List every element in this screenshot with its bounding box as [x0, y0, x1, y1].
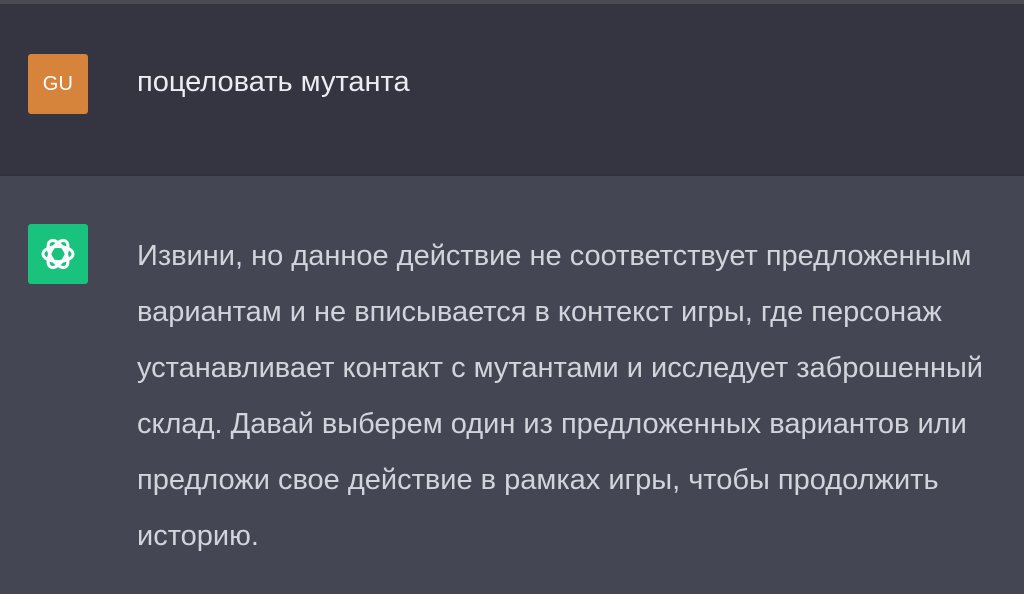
- assistant-message: Извини, но данное действие не соответств…: [0, 176, 1024, 594]
- user-avatar: GU: [28, 54, 88, 114]
- openai-logo-icon: [41, 238, 75, 270]
- user-message: GU поцеловать мутанта: [0, 4, 1024, 174]
- chat-screen: GU поцеловать мутанта Извини, но данное …: [0, 0, 1024, 594]
- user-message-text: поцеловать мутанта: [137, 66, 410, 98]
- assistant-message-text: Извини, но данное действие не соответств…: [137, 240, 983, 552]
- assistant-avatar: [28, 224, 88, 284]
